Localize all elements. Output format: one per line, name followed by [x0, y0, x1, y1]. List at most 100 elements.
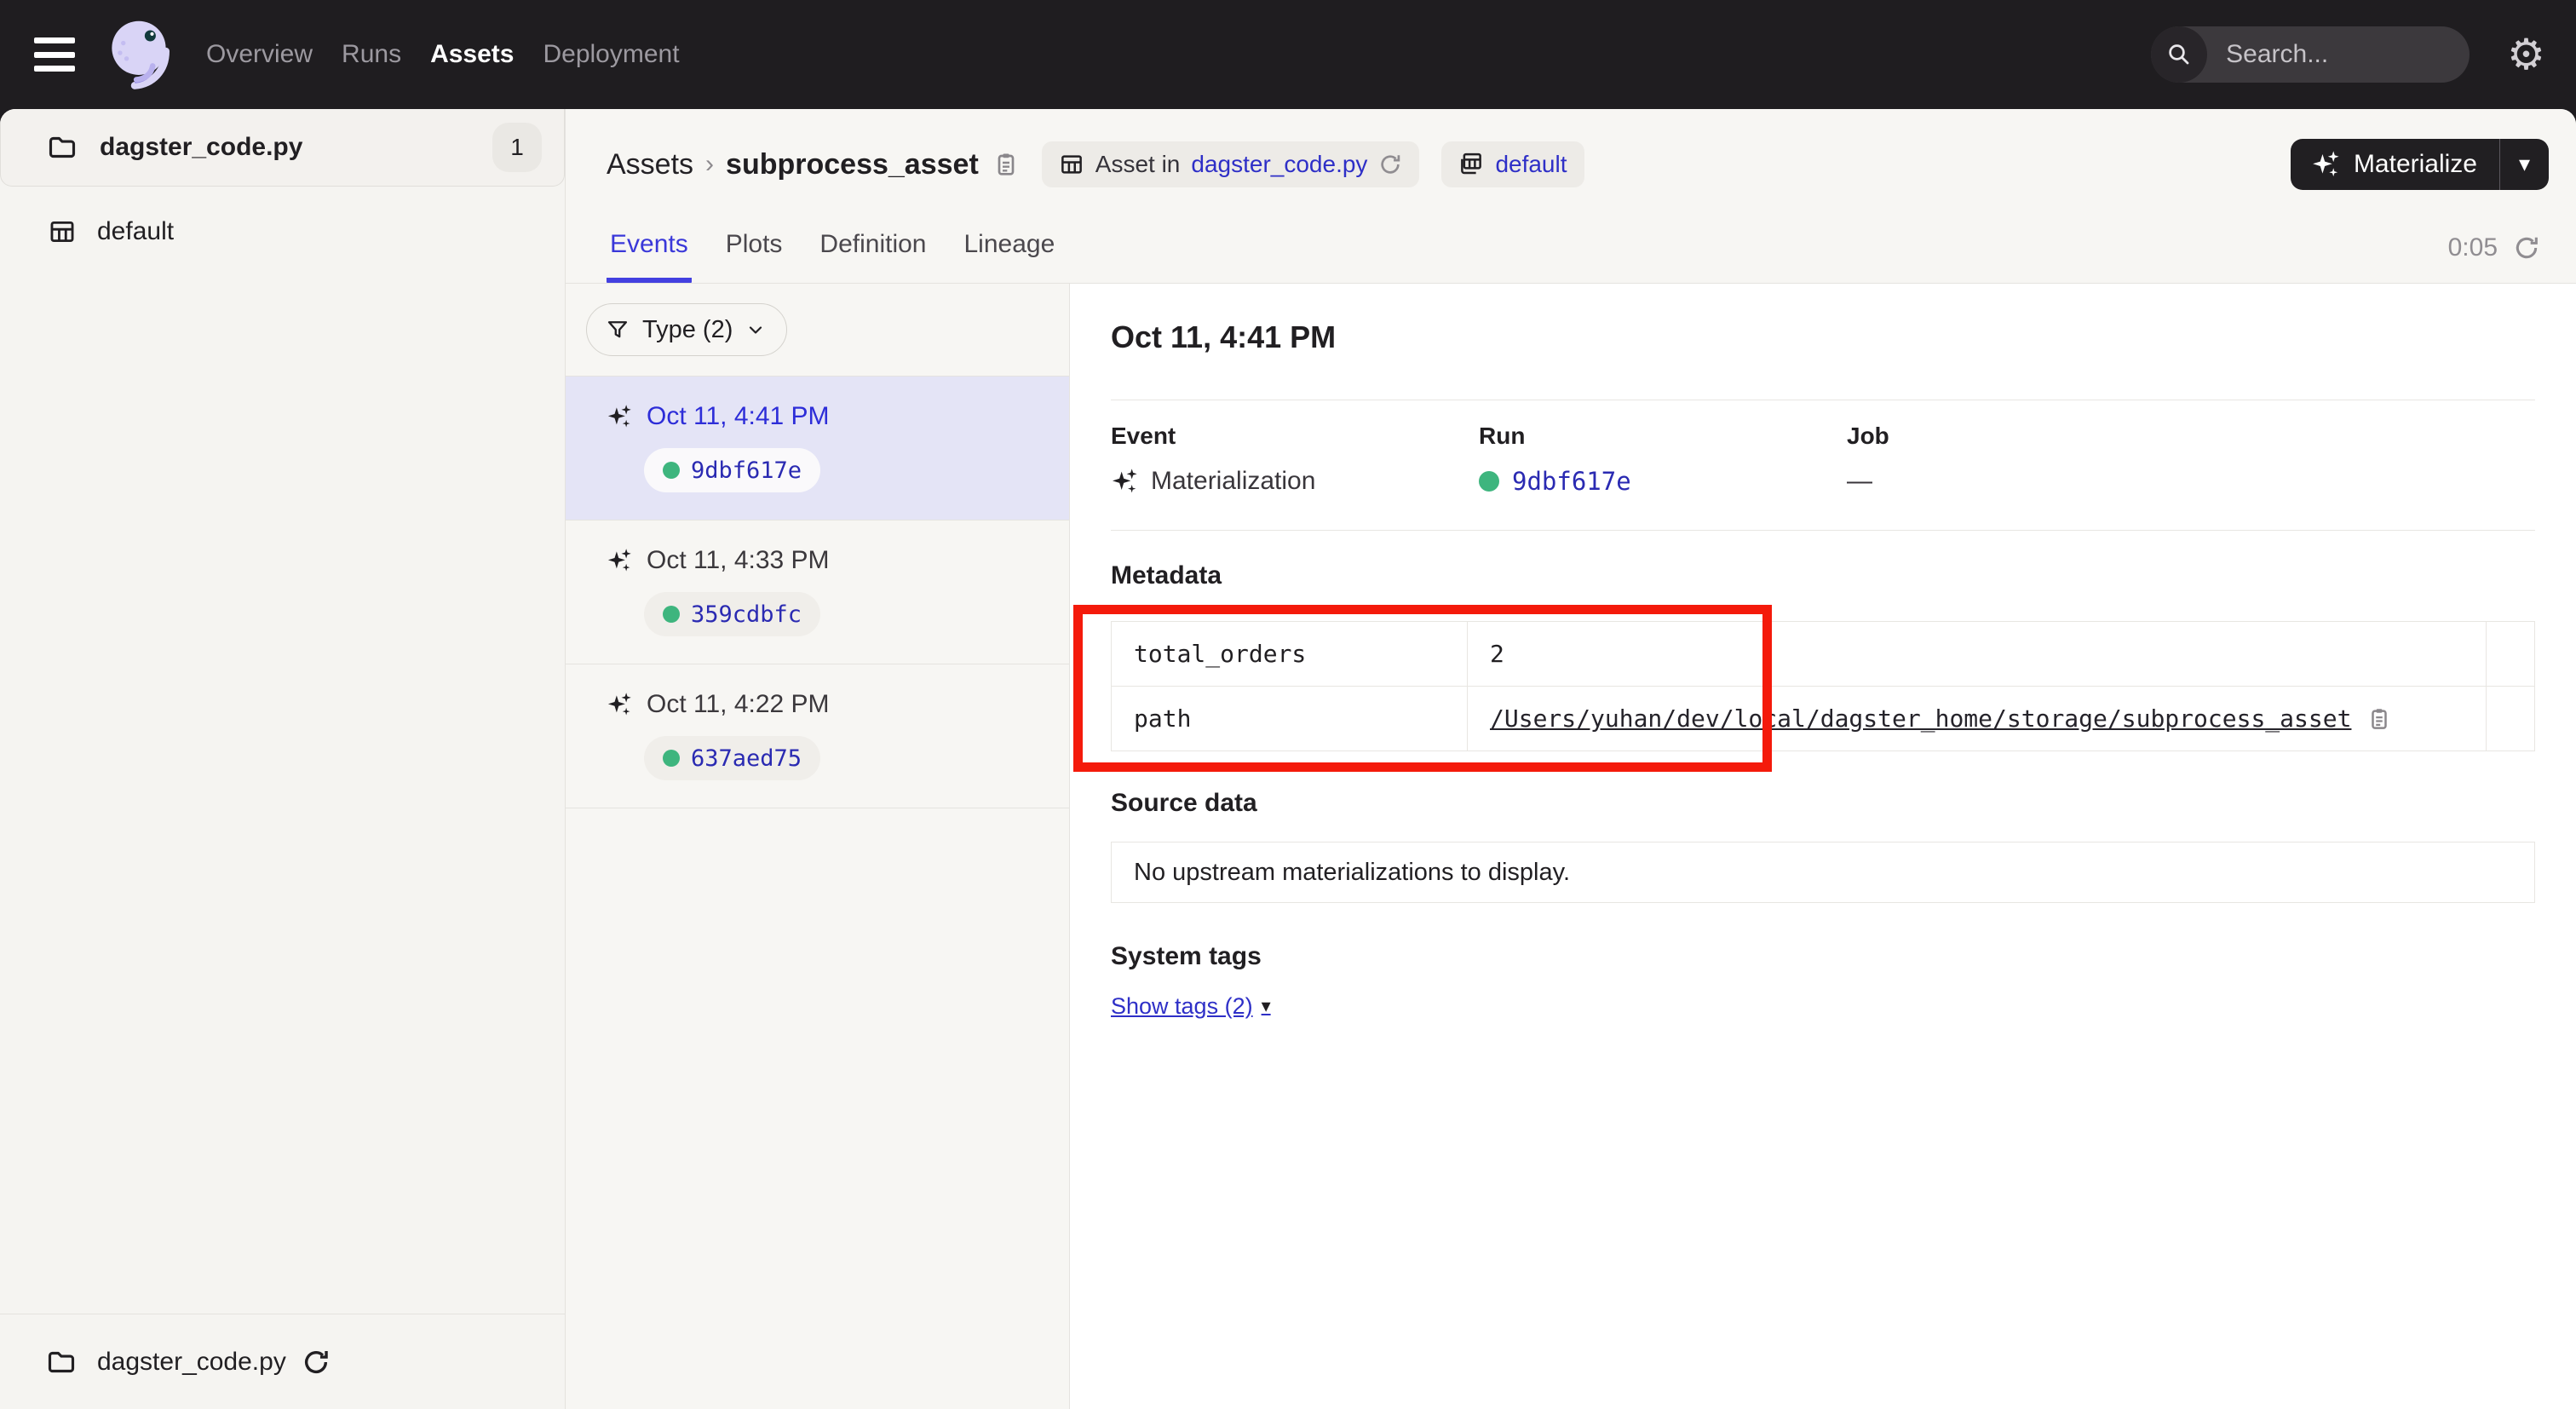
- nav-item-assets[interactable]: Assets: [430, 40, 514, 69]
- grid-icon: [1458, 152, 1484, 177]
- grid-icon: [1059, 152, 1084, 177]
- run-column-label: Run: [1479, 423, 1847, 450]
- run-id-badge[interactable]: 9dbf617e: [644, 448, 820, 492]
- run-id-badge[interactable]: 359cdbfc: [644, 592, 820, 636]
- run-column: Run 9dbf617e: [1479, 423, 1847, 496]
- breadcrumb: Assets › subprocess_asset: [607, 138, 2549, 191]
- event-timestamp: Oct 11, 4:33 PM: [647, 546, 830, 575]
- metadata-empty-cell: [2487, 622, 2535, 687]
- filter-funnel-icon: [606, 318, 630, 342]
- event-list-item[interactable]: Oct 11, 4:22 PM 637aed75: [566, 664, 1069, 808]
- tab-definition[interactable]: Definition: [816, 230, 929, 283]
- code-location-link[interactable]: dagster_code.py: [1191, 151, 1367, 178]
- asset-count-badge: 1: [492, 123, 542, 172]
- metadata-empty-cell: [2487, 687, 2535, 751]
- source-data-heading: Source data: [1111, 789, 2535, 818]
- type-filter-button[interactable]: Type (2): [586, 303, 787, 356]
- event-column-label: Event: [1111, 423, 1479, 450]
- asset-in-code-location-badge[interactable]: Asset in dagster_code.py: [1042, 141, 1420, 187]
- sidebar-item-default-group[interactable]: default: [0, 200, 565, 263]
- top-navigation-bar: Overview Runs Assets Deployment / ⚙: [0, 0, 2576, 109]
- materialization-sparkle-icon: [607, 692, 632, 717]
- run-id-badge[interactable]: 637aed75: [644, 736, 820, 780]
- system-tags-heading: System tags: [1111, 942, 2535, 971]
- materialize-label: Materialize: [2354, 150, 2477, 179]
- search-icon: [2151, 26, 2207, 83]
- nav-item-deployment[interactable]: Deployment: [543, 40, 679, 69]
- folder-icon: [46, 1347, 77, 1377]
- asset-catalog-sidebar: dagster_code.py 1 default dagster_code.p…: [0, 109, 566, 1409]
- run-id-link[interactable]: 9dbf617e: [1512, 467, 1631, 496]
- nav-item-overview[interactable]: Overview: [206, 40, 313, 69]
- materialization-sparkle-icon: [607, 548, 632, 573]
- show-tags-label: Show tags (2): [1111, 993, 1253, 1020]
- copy-path-icon[interactable]: [2366, 706, 2392, 732]
- run-success-dot: [663, 606, 680, 623]
- events-content: Type (2): [566, 283, 2576, 1409]
- caret-down-icon: ▾: [1262, 996, 1271, 1017]
- materialization-sparkle-icon: [1111, 468, 1138, 495]
- asset-page-header: Assets › subprocess_asset: [566, 109, 2576, 283]
- metadata-key: path: [1112, 687, 1468, 751]
- event-info-columns: Event Materialization: [1111, 400, 2535, 530]
- materialize-dropdown-caret[interactable]: ▾: [2499, 139, 2549, 190]
- group-link[interactable]: default: [1495, 151, 1567, 178]
- source-data-empty-message: No upstream materializations to display.: [1111, 842, 2535, 903]
- reload-code-location-icon[interactable]: [1378, 152, 1402, 176]
- asset-tabs: Events Plots Definition Lineage 0:05: [607, 230, 2549, 283]
- copy-asset-name-icon[interactable]: [992, 151, 1020, 178]
- job-column-label: Job: [1847, 423, 2535, 450]
- run-success-dot: [1479, 471, 1499, 492]
- primary-nav: Overview Runs Assets Deployment: [206, 40, 680, 69]
- show-tags-toggle[interactable]: Show tags (2) ▾: [1111, 993, 1271, 1020]
- event-timestamp: Oct 11, 4:41 PM: [647, 402, 830, 431]
- dagster-logo[interactable]: [99, 15, 177, 94]
- asset-group-grid-icon: [48, 217, 77, 246]
- table-row: total_orders 2: [1112, 622, 2535, 687]
- hamburger-menu-icon[interactable]: [34, 37, 75, 72]
- breadcrumb-separator: ›: [705, 150, 714, 179]
- asset-page: Assets › subprocess_asset: [566, 109, 2576, 1409]
- breadcrumb-assets-link[interactable]: Assets: [607, 148, 693, 181]
- event-list-panel: Type (2): [566, 284, 1070, 1409]
- event-list-item[interactable]: Oct 11, 4:33 PM 359cdbfc: [566, 520, 1069, 664]
- refresh-icon[interactable]: [2513, 234, 2540, 262]
- job-column: Job —: [1847, 423, 2535, 496]
- sidebar-footer-code-location[interactable]: dagster_code.py: [0, 1314, 565, 1409]
- event-detail-panel: Oct 11, 4:41 PM Event: [1070, 284, 2576, 1409]
- materialize-button[interactable]: Materialize ▾: [2291, 139, 2549, 190]
- run-success-dot: [663, 750, 680, 767]
- code-location-name: dagster_code.py: [100, 133, 302, 162]
- event-column: Event Materialization: [1111, 423, 1479, 496]
- asset-group-badge[interactable]: default: [1441, 141, 1584, 187]
- asset-title: subprocess_asset: [726, 148, 979, 181]
- metadata-value: /Users/yuhan/dev/local/dagster_home/stor…: [1468, 687, 2487, 751]
- refresh-timer: 0:05: [2448, 233, 2540, 283]
- run-id: 637aed75: [691, 745, 802, 772]
- tab-events[interactable]: Events: [607, 230, 692, 283]
- settings-gear-icon[interactable]: ⚙: [2507, 33, 2545, 76]
- reload-icon[interactable]: [302, 1348, 331, 1377]
- folder-icon: [47, 132, 78, 163]
- event-detail-title: Oct 11, 4:41 PM: [1111, 319, 2535, 355]
- refresh-countdown: 0:05: [2448, 233, 2498, 262]
- sidebar-code-location-header[interactable]: dagster_code.py 1: [0, 109, 565, 187]
- materialize-sparkle-icon: [2311, 150, 2340, 179]
- job-value: —: [1847, 467, 1872, 496]
- run-success-dot: [663, 462, 680, 479]
- metadata-table: total_orders 2 path /Users/yuhan/dev/loc…: [1111, 621, 2535, 751]
- tab-lineage[interactable]: Lineage: [961, 230, 1059, 283]
- event-list-item[interactable]: Oct 11, 4:41 PM 9dbf617e: [566, 377, 1069, 520]
- tab-plots[interactable]: Plots: [722, 230, 786, 283]
- nav-item-runs[interactable]: Runs: [342, 40, 401, 69]
- global-search[interactable]: /: [2151, 26, 2470, 83]
- search-input[interactable]: [2207, 40, 2470, 69]
- run-id: 9dbf617e: [691, 457, 802, 484]
- metadata-key: total_orders: [1112, 622, 1468, 687]
- storage-path-link[interactable]: /Users/yuhan/dev/local/dagster_home/stor…: [1490, 704, 2351, 733]
- event-timestamp: Oct 11, 4:22 PM: [647, 690, 830, 719]
- metadata-value: 2: [1468, 622, 2487, 687]
- sidebar-item-label: default: [97, 217, 174, 246]
- materialization-sparkle-icon: [607, 404, 632, 429]
- table-row: path /Users/yuhan/dev/local/dagster_home…: [1112, 687, 2535, 751]
